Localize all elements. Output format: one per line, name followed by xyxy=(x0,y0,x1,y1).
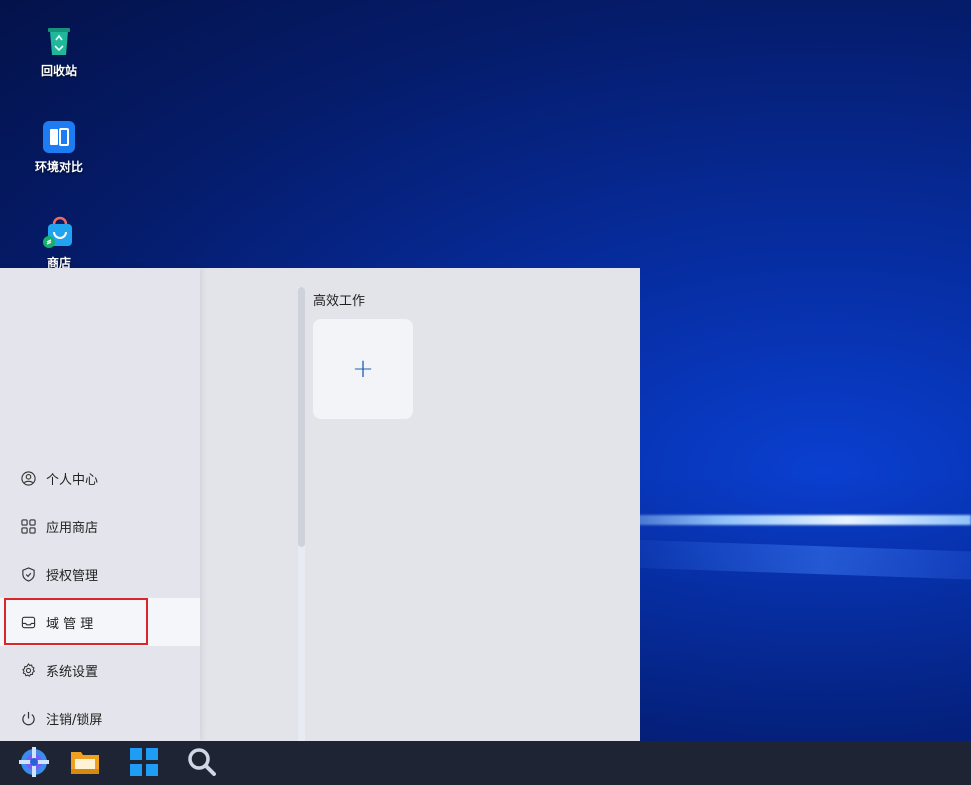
taskbar xyxy=(0,741,971,785)
menu-item-logout[interactable]: 注销/锁屏 xyxy=(0,694,200,742)
wallpaper-light-band xyxy=(600,538,971,580)
plus-icon: + xyxy=(352,354,374,384)
menu-item-app-store[interactable]: 应用商店 xyxy=(0,502,200,550)
group-title: 高效工作 xyxy=(313,294,366,309)
menu-item-label: 域 管 理 xyxy=(46,616,94,632)
menu-item-label: 系统设置 xyxy=(46,664,99,680)
menu-item-label: 应用商店 xyxy=(46,520,99,536)
menu-item-domain[interactable]: 域 管 理 xyxy=(0,598,200,646)
desktop-icon-recycle-bin[interactable]: 回收站 xyxy=(20,24,98,79)
add-app-tile[interactable]: + xyxy=(313,319,413,419)
grid-apps-icon xyxy=(20,518,36,534)
start-menu-content xyxy=(200,268,640,741)
desktop-icon-compare[interactable]: 环境对比 xyxy=(20,120,98,175)
app-grid-button[interactable] xyxy=(127,747,161,781)
scrollbar-thumb[interactable] xyxy=(298,287,305,547)
gear-icon xyxy=(20,662,36,678)
compare-icon xyxy=(42,120,76,154)
file-manager-icon xyxy=(69,747,101,781)
shield-icon xyxy=(20,566,36,582)
file-manager-button[interactable] xyxy=(68,747,102,781)
menu-item-profile[interactable]: 个人中心 xyxy=(0,454,200,502)
search-icon xyxy=(186,746,218,782)
user-circle-icon xyxy=(20,470,36,486)
start-button[interactable] xyxy=(17,747,51,781)
search-button[interactable] xyxy=(185,747,219,781)
power-icon xyxy=(20,710,36,726)
menu-item-settings[interactable]: 系统设置 xyxy=(0,646,200,694)
menu-item-label: 授权管理 xyxy=(46,568,99,584)
recycle-bin-icon xyxy=(42,24,76,58)
store-icon xyxy=(42,216,76,250)
start-logo-icon xyxy=(18,746,50,782)
menu-item-label: 个人中心 xyxy=(46,472,99,488)
menu-item-label: 注销/锁屏 xyxy=(46,712,103,728)
menu-item-license[interactable]: 授权管理 xyxy=(0,550,200,598)
inbox-icon xyxy=(20,614,36,630)
desktop-icon-label: 回收站 xyxy=(40,64,77,78)
desktop-icon-store[interactable]: 商店 xyxy=(20,216,98,271)
app-grid-icon xyxy=(128,746,160,782)
desktop-icon-label: 环境对比 xyxy=(34,160,83,174)
